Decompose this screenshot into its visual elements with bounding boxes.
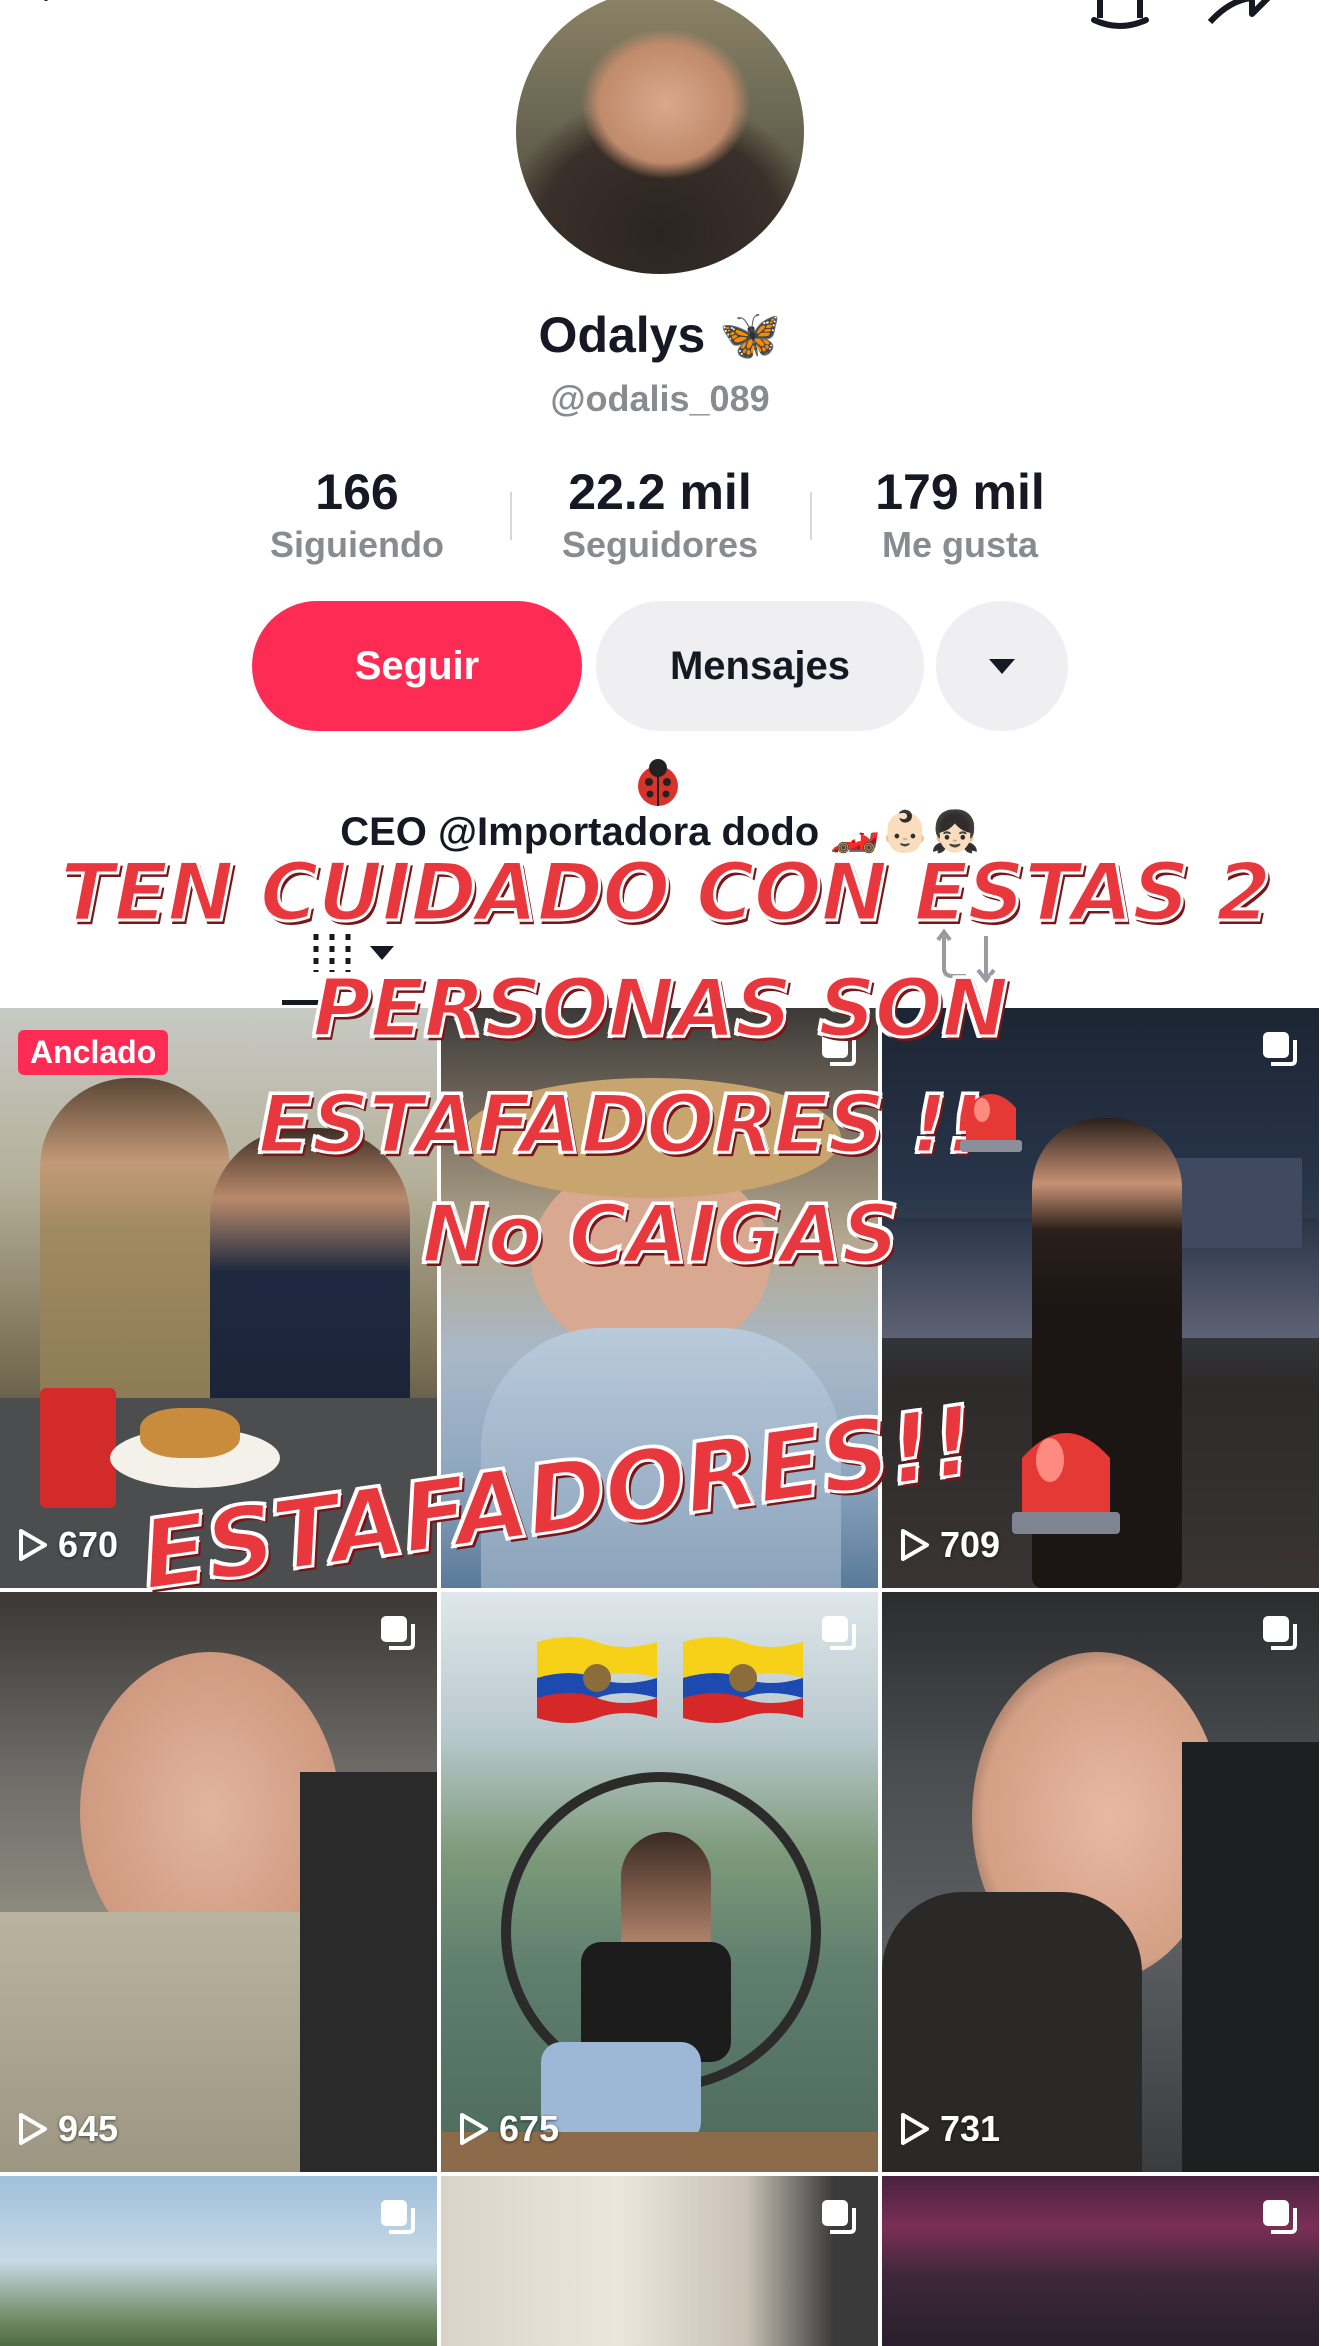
stat-likes-label: Me gusta — [881, 524, 1039, 565]
stat-likes[interactable]: 179 mil Me gusta — [810, 462, 1110, 568]
video-tile[interactable] — [0, 2176, 437, 2346]
video-tile[interactable] — [882, 2176, 1319, 2346]
carousel-icon — [1263, 1032, 1297, 1066]
more-options-button[interactable] — [936, 601, 1068, 731]
video-tile[interactable] — [441, 2176, 878, 2346]
video-tile[interactable]: 675 — [441, 1592, 878, 2172]
caret-down-icon — [989, 659, 1015, 674]
view-count-value: 670 — [58, 1524, 119, 1565]
carousel-icon — [1263, 2200, 1297, 2234]
ecuador-flag-icon — [683, 1637, 803, 1723]
play-icon — [460, 2113, 488, 2145]
view-count: 675 — [459, 2108, 559, 2150]
carousel-icon — [822, 2200, 856, 2234]
view-count-value: 945 — [58, 2108, 119, 2149]
view-count-value: 709 — [940, 1524, 1001, 1565]
back-icon[interactable] — [28, 0, 88, 30]
stat-following-label: Siguiendo — [270, 524, 444, 565]
play-icon — [19, 1529, 47, 1561]
display-name: Odalys 🦋 — [538, 307, 782, 363]
ladybug-icon — [638, 759, 678, 806]
siren-icon — [1012, 1433, 1120, 1534]
carousel-icon — [381, 1616, 415, 1650]
view-count: 731 — [900, 2108, 1000, 2150]
play-icon — [901, 2113, 929, 2145]
stat-followers[interactable]: 22.2 mil Seguidores — [510, 462, 810, 568]
pinned-badge: Anclado — [18, 1030, 169, 1075]
stat-likes-value: 179 mil — [875, 464, 1045, 520]
follow-button[interactable]: Seguir — [252, 601, 582, 731]
overlay-warning-line2: PERSONAS SON — [311, 961, 1010, 1057]
view-count: 709 — [900, 1524, 1000, 1566]
share-icon[interactable] — [1200, 0, 1280, 30]
stat-following-value: 166 — [315, 464, 399, 520]
view-count-value: 675 — [499, 2108, 560, 2149]
message-button[interactable]: Mensajes — [596, 601, 924, 731]
video-tile[interactable]: 731 — [882, 1592, 1319, 2172]
view-count-value: 731 — [940, 2108, 1001, 2149]
video-tile[interactable]: 945 — [0, 1592, 437, 2172]
siren-icon — [960, 1094, 1022, 1152]
ecuador-flag-icon — [537, 1637, 657, 1723]
overlay-warning-line1: TEN CUIDADO CON ESTAS 2 — [59, 845, 1273, 941]
carousel-icon — [822, 1616, 856, 1650]
carousel-icon — [381, 2200, 415, 2234]
stat-followers-value: 22.2 mil — [568, 464, 752, 520]
stat-following[interactable]: 166 Siguiendo — [207, 462, 507, 568]
carousel-icon — [1263, 1616, 1297, 1650]
avatar[interactable] — [516, 0, 804, 274]
play-icon — [19, 2113, 47, 2145]
view-count: 670 — [18, 1524, 118, 1566]
play-icon — [901, 1529, 929, 1561]
bell-icon[interactable] — [1080, 0, 1160, 30]
stat-followers-label: Seguidores — [561, 524, 759, 565]
overlay-warning-line4: No CAIGAS — [420, 1187, 900, 1283]
view-count: 945 — [18, 2108, 118, 2150]
username: @odalis_089 — [550, 378, 770, 419]
